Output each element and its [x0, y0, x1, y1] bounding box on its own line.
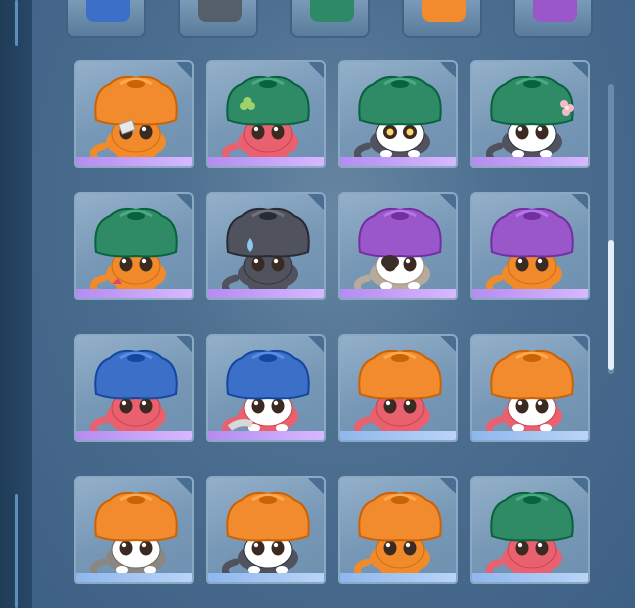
- rail-line-bottom: [15, 494, 18, 608]
- creature-icon: [486, 207, 574, 292]
- hat-icon: [310, 0, 354, 22]
- skin-card[interactable]: [470, 476, 590, 584]
- rarity-bar: [208, 289, 324, 298]
- hat-icon: [422, 0, 466, 22]
- rarity-bar: [472, 573, 588, 582]
- creature-icon: [486, 75, 574, 160]
- skin-card[interactable]: [338, 60, 458, 168]
- skin-card[interactable]: [74, 334, 194, 442]
- skin-card[interactable]: [74, 60, 194, 168]
- rarity-bar: [76, 573, 192, 582]
- creature-icon: [222, 75, 310, 160]
- creature-icon: [90, 491, 178, 576]
- skin-card[interactable]: [206, 60, 326, 168]
- rarity-bar: [472, 289, 588, 298]
- rarity-bar: [340, 289, 456, 298]
- rail-line-top: [15, 0, 18, 46]
- top-card-green[interactable]: [290, 0, 370, 38]
- rarity-bar: [472, 157, 588, 166]
- eyepatch-icon: [381, 255, 399, 269]
- skin-card[interactable]: [74, 476, 194, 584]
- creature-icon: [486, 349, 574, 434]
- skin-card[interactable]: [338, 192, 458, 300]
- creature-icon: [222, 207, 310, 292]
- skin-card[interactable]: [470, 192, 590, 300]
- creature-icon: [486, 491, 574, 576]
- creature-icon: [90, 349, 178, 434]
- creature-icon: [354, 491, 442, 576]
- skin-card[interactable]: [338, 476, 458, 584]
- creature-icon: [354, 349, 442, 434]
- creature-icon: [90, 75, 178, 160]
- hat-icon: [198, 0, 242, 22]
- top-card-blue[interactable]: [66, 0, 146, 38]
- rarity-bar: [76, 431, 192, 440]
- skin-card[interactable]: [206, 334, 326, 442]
- rarity-bar: [208, 157, 324, 166]
- skin-card[interactable]: [338, 334, 458, 442]
- rarity-bar: [208, 431, 324, 440]
- skin-card[interactable]: [470, 334, 590, 442]
- rarity-bar: [76, 157, 192, 166]
- left-rail: [0, 0, 32, 608]
- creature-icon: [354, 207, 442, 292]
- skin-card[interactable]: [206, 192, 326, 300]
- top-card-gray[interactable]: [178, 0, 258, 38]
- creature-icon: [354, 75, 442, 160]
- creature-icon: [90, 207, 178, 292]
- skin-card[interactable]: [74, 192, 194, 300]
- top-card-orange[interactable]: [402, 0, 482, 38]
- rarity-bar: [76, 289, 192, 298]
- hat-icon: [86, 0, 130, 22]
- rarity-bar: [472, 431, 588, 440]
- creature-icon: [222, 349, 310, 434]
- creature-icon: [222, 491, 310, 576]
- skin-card[interactable]: [470, 60, 590, 168]
- rarity-bar: [340, 573, 456, 582]
- rarity-bar: [340, 431, 456, 440]
- rarity-bar: [208, 573, 324, 582]
- rarity-bar: [340, 157, 456, 166]
- skin-card[interactable]: [206, 476, 326, 584]
- scrollbar-thumb[interactable]: [608, 240, 614, 370]
- hat-icon: [533, 0, 577, 22]
- top-card-purple[interactable]: [513, 0, 593, 38]
